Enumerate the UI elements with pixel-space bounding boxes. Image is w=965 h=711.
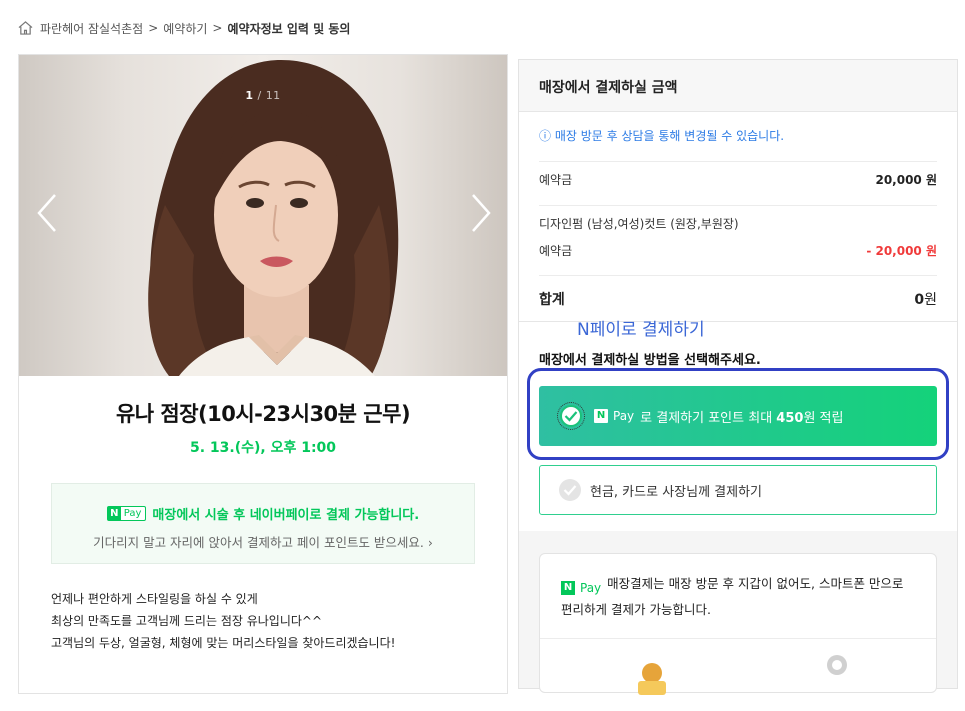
payment-method-section: N페이로 결제하기 매장에서 결제하실 방법을 선택해주세요. N Pay 로 … bbox=[519, 320, 957, 531]
npay-logo-icon: N Pay bbox=[594, 409, 634, 423]
npay-payment-option[interactable]: N Pay 로 결제하기 포인트 최대 450원 적립 bbox=[539, 386, 937, 446]
npay-option-label: 로 결제하기 포인트 최대 450원 적립 bbox=[640, 410, 844, 426]
deposit-label: 예약금 bbox=[539, 173, 573, 187]
next-photo-button[interactable] bbox=[469, 191, 493, 235]
cash-card-payment-option[interactable]: 현금, 카드로 사장님께 결제하기 bbox=[539, 465, 937, 515]
prev-photo-button[interactable] bbox=[35, 191, 59, 235]
intro-line: 최상의 만족도를 고객님께 드리는 점장 유나입니다^^ bbox=[51, 614, 323, 628]
checkmark-icon bbox=[559, 479, 581, 501]
breadcrumb-booking[interactable]: 예약하기 bbox=[163, 20, 207, 37]
stylist-photo bbox=[148, 60, 399, 376]
checkmark-icon bbox=[557, 402, 585, 430]
service-name: 디자인펌 (남성,여성)컷트 (원장,부원장) bbox=[539, 217, 739, 231]
npay-logo-icon: N Pay bbox=[561, 577, 601, 599]
breadcrumb-current: 예약자정보 입력 및 동의 bbox=[227, 21, 351, 36]
deposit-deduction-row: 예약금 - 20,000 원 bbox=[539, 242, 937, 259]
npay-logo-icon: N Pay bbox=[106, 506, 147, 521]
chevron-right-icon: › bbox=[427, 535, 433, 550]
deposit-row: 예약금 20,000 원 bbox=[539, 171, 937, 188]
total-label: 합계 bbox=[539, 291, 565, 308]
phone-illustration-icon bbox=[827, 655, 847, 675]
npay-info-banner[interactable]: N Pay 매장에서 시술 후 네이버페이로 결제 가능합니다. 기다리지 말고… bbox=[51, 483, 475, 564]
stylist-photo-gallery: 1 / 11 bbox=[19, 55, 507, 376]
breadcrumb-store[interactable]: 파란헤어 잠실석촌점 bbox=[40, 20, 143, 37]
npay-info-text: 매장결제는 매장 방문 후 지갑이 없어도, 스마트폰 만으로 편리하게 결제가… bbox=[561, 576, 904, 617]
deposit-deduction-label: 예약금 bbox=[539, 244, 573, 258]
stylist-name: 유나 점장(10시-23시30분 근무) bbox=[115, 402, 411, 426]
intro-line: 언제나 편안하게 스타일링을 하실 수 있게 bbox=[51, 592, 258, 606]
breadcrumb: 파란헤어 잠실석촌점 > 예약하기 > 예약자정보 입력 및 동의 bbox=[18, 18, 350, 38]
service-row: 디자인펌 (남성,여성)컷트 (원장,부원장) bbox=[539, 215, 937, 232]
total-unit: 원 bbox=[924, 291, 937, 308]
npay-banner-subtext: 기다리지 말고 자리에 앉아서 결제하고 페이 포인트도 받으세요. bbox=[93, 535, 424, 550]
total-amount: 0 bbox=[914, 291, 925, 308]
payment-method-title: 매장에서 결제하실 방법을 선택해주세요. bbox=[539, 353, 761, 368]
npay-banner-headline: 매장에서 시술 후 네이버페이로 결제 가능합니다. bbox=[152, 508, 420, 523]
deposit-deduction-amount: - 20,000 원 bbox=[866, 244, 937, 258]
breadcrumb-separator: > bbox=[212, 21, 223, 35]
npay-link[interactable]: N페이로 결제하기 bbox=[577, 315, 705, 340]
breadcrumb-separator: > bbox=[148, 21, 159, 35]
payment-header: 매장에서 결제하실 금액 bbox=[519, 60, 957, 112]
gallery-counter: 1 / 11 bbox=[245, 89, 281, 102]
wallet-illustration-icon bbox=[638, 663, 666, 695]
stylist-intro: 언제나 편안하게 스타일링을 하실 수 있게 최상의 만족도를 고객님께 드리는… bbox=[51, 588, 475, 654]
stylist-card: 1 / 11 유나 점장(10시-23시30분 근무) 5. 13.(수), 오… bbox=[18, 54, 508, 694]
booking-datetime: 5. 13.(수), 오후 1:00 bbox=[189, 440, 337, 456]
npay-info-card: N Pay 매장결제는 매장 방문 후 지갑이 없어도, 스마트폰 만으로 편리… bbox=[539, 553, 937, 695]
deposit-amount: 20,000 원 bbox=[875, 173, 937, 187]
cash-option-label: 현금, 카드로 사장님께 결제하기 bbox=[590, 484, 763, 500]
intro-line: 고객님의 두상, 얼굴형, 체형에 맞는 머리스타일을 찾아드리겠습니다! bbox=[51, 636, 396, 650]
payment-notice: ⓘ 매장 방문 후 상담을 통해 변경될 수 있습니다. bbox=[539, 112, 937, 162]
home-icon[interactable] bbox=[18, 21, 33, 35]
payment-panel: 매장에서 결제하실 금액 ⓘ 매장 방문 후 상담을 통해 변경될 수 있습니다… bbox=[518, 59, 958, 695]
